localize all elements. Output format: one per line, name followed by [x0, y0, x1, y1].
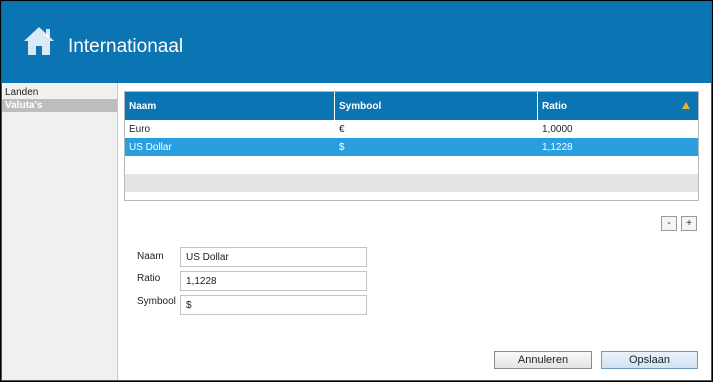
page-title: Internationaal: [68, 36, 184, 57]
naam-field[interactable]: [180, 247, 367, 267]
ratio-field[interactable]: [180, 271, 367, 291]
cell-ratio: 1,1228: [542, 141, 573, 153]
currency-table: Naam Symbool Ratio Euro € 1,0000 US Doll…: [124, 91, 699, 201]
table-row[interactable]: Euro € 1,0000: [125, 120, 698, 138]
save-button[interactable]: Opslaan: [601, 351, 698, 369]
sidebar-item-landen[interactable]: Landen: [2, 86, 117, 99]
symbool-label: Symbool: [137, 296, 176, 307]
cell-naam: Euro: [129, 123, 151, 135]
remove-row-button[interactable]: -: [661, 216, 677, 231]
table-filler-row: [125, 174, 698, 192]
add-row-button[interactable]: +: [681, 216, 697, 231]
sort-ascending-icon: [682, 102, 690, 109]
column-header-ratio[interactable]: Ratio: [538, 92, 698, 120]
app-window: Internationaal Landen Valuta's Naam Symb…: [1, 1, 712, 381]
cell-symbool: €: [339, 123, 345, 135]
app-header: Internationaal: [2, 2, 711, 83]
sidebar: Landen Valuta's: [2, 83, 118, 380]
cell-ratio: 1,0000: [542, 123, 573, 135]
cancel-button[interactable]: Annuleren: [494, 351, 592, 369]
column-header-naam[interactable]: Naam: [125, 92, 335, 120]
column-header-symbool[interactable]: Symbool: [335, 92, 538, 120]
naam-label: Naam: [137, 251, 164, 262]
ratio-label: Ratio: [137, 273, 161, 284]
table-header: Naam Symbool Ratio: [125, 92, 698, 120]
sidebar-item-valutas[interactable]: Valuta's: [2, 99, 117, 112]
table-row[interactable]: US Dollar $ 1,1228: [125, 138, 698, 156]
home-icon[interactable]: [23, 26, 55, 56]
symbool-field[interactable]: [180, 295, 367, 315]
cell-symbool: $: [339, 141, 345, 153]
cell-naam: US Dollar: [129, 141, 172, 153]
